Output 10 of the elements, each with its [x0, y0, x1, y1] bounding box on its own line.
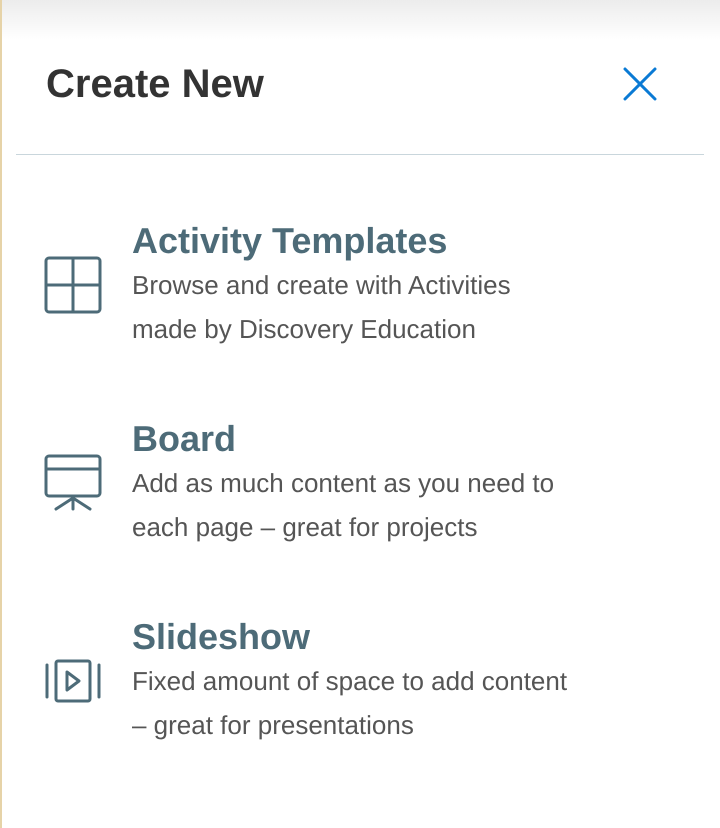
- slideshow-icon: [44, 659, 102, 703]
- option-title[interactable]: Activity Templates: [132, 219, 574, 263]
- presentation-board-icon: [44, 454, 102, 512]
- option-description: Add as much content as you need to each page – great for projects: [132, 467, 556, 544]
- option-description: Fixed amount of space to add content – great for presentations: [132, 665, 568, 742]
- option-title[interactable]: Slideshow: [132, 615, 574, 659]
- option-description: Browse and create with Activities made by Discovery Education: [132, 269, 512, 346]
- panel-title: Create New: [46, 64, 264, 104]
- grid-icon: [44, 256, 102, 314]
- option-title[interactable]: Board: [132, 417, 574, 461]
